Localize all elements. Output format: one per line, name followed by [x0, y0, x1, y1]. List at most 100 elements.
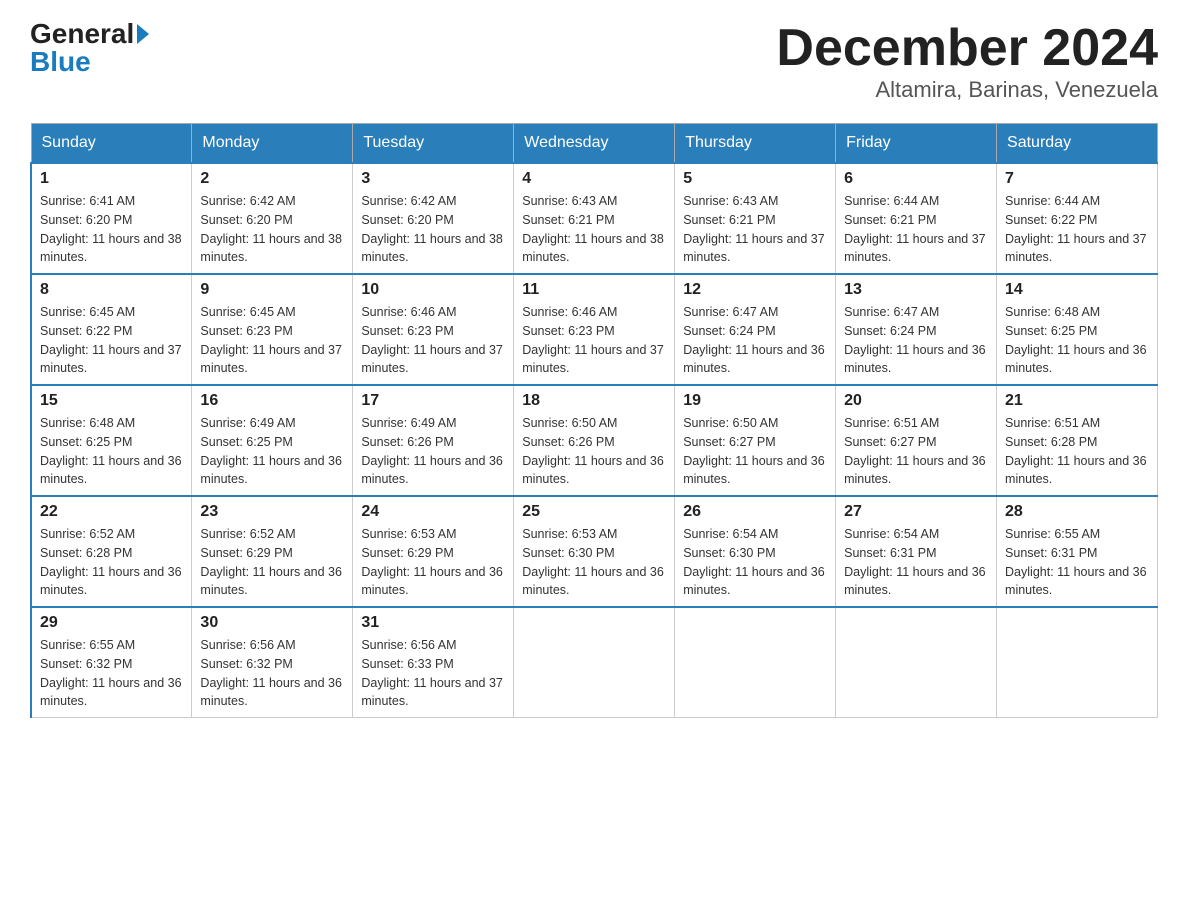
column-header-thursday: Thursday	[675, 124, 836, 164]
day-number: 4	[522, 170, 666, 188]
day-info: Sunrise: 6:41 AMSunset: 6:20 PMDaylight:…	[40, 192, 183, 267]
calendar-cell: 25 Sunrise: 6:53 AMSunset: 6:30 PMDayligh…	[514, 496, 675, 607]
calendar-cell: 10 Sunrise: 6:46 AMSunset: 6:23 PMDayligh…	[353, 274, 514, 385]
day-info: Sunrise: 6:42 AMSunset: 6:20 PMDaylight:…	[200, 192, 344, 267]
calendar-cell: 26 Sunrise: 6:54 AMSunset: 6:30 PMDayligh…	[675, 496, 836, 607]
day-info: Sunrise: 6:53 AMSunset: 6:30 PMDaylight:…	[522, 525, 666, 600]
calendar-cell: 12Sunrise: 6:47 AMSunset: 6:24 PMDayligh…	[675, 274, 836, 385]
day-info: Sunrise: 6:43 AMSunset: 6:21 PMDaylight:…	[683, 192, 827, 267]
logo-general-text: General	[30, 20, 134, 48]
day-info: Sunrise: 6:47 AMSunset: 6:24 PMDaylight:…	[844, 303, 988, 378]
calendar-cell	[514, 607, 675, 718]
day-number: 23	[200, 503, 344, 521]
calendar-cell: 17Sunrise: 6:49 AMSunset: 6:26 PMDayligh…	[353, 385, 514, 496]
day-number: 1	[40, 170, 183, 188]
day-info: Sunrise: 6:44 AMSunset: 6:21 PMDaylight:…	[844, 192, 988, 267]
day-number: 28	[1005, 503, 1149, 521]
day-number: 9	[200, 281, 344, 299]
column-header-tuesday: Tuesday	[353, 124, 514, 164]
day-number: 27	[844, 503, 988, 521]
calendar-cell: 9 Sunrise: 6:45 AMSunset: 6:23 PMDaylight…	[192, 274, 353, 385]
day-number: 30	[200, 614, 344, 632]
calendar-cell: 20 Sunrise: 6:51 AMSunset: 6:27 PMDayligh…	[836, 385, 997, 496]
column-header-saturday: Saturday	[997, 124, 1158, 164]
day-number: 22	[40, 503, 183, 521]
day-info: Sunrise: 6:51 AMSunset: 6:28 PMDaylight:…	[1005, 414, 1149, 489]
day-number: 16	[200, 392, 344, 410]
calendar-cell: 29 Sunrise: 6:55 AMSunset: 6:32 PMDayligh…	[31, 607, 192, 718]
calendar-cell: 7 Sunrise: 6:44 AMSunset: 6:22 PMDaylight…	[997, 163, 1158, 274]
day-number: 13	[844, 281, 988, 299]
day-info: Sunrise: 6:52 AMSunset: 6:28 PMDaylight:…	[40, 525, 183, 600]
calendar-week-row: 15 Sunrise: 6:48 AMSunset: 6:25 PMDayligh…	[31, 385, 1158, 496]
calendar-cell: 31Sunrise: 6:56 AMSunset: 6:33 PMDayligh…	[353, 607, 514, 718]
calendar-cell: 21 Sunrise: 6:51 AMSunset: 6:28 PMDayligh…	[997, 385, 1158, 496]
logo: General Blue	[30, 20, 149, 76]
day-info: Sunrise: 6:48 AMSunset: 6:25 PMDaylight:…	[40, 414, 183, 489]
title-block: December 2024 Altamira, Barinas, Venezue…	[776, 20, 1158, 103]
day-number: 19	[683, 392, 827, 410]
day-info: Sunrise: 6:50 AMSunset: 6:26 PMDaylight:…	[522, 414, 666, 489]
calendar-cell: 16Sunrise: 6:49 AMSunset: 6:25 PMDayligh…	[192, 385, 353, 496]
day-number: 20	[844, 392, 988, 410]
day-number: 26	[683, 503, 827, 521]
column-header-monday: Monday	[192, 124, 353, 164]
calendar-header-row: SundayMondayTuesdayWednesdayThursdayFrid…	[31, 124, 1158, 164]
calendar-cell: 5 Sunrise: 6:43 AMSunset: 6:21 PMDaylight…	[675, 163, 836, 274]
calendar-cell: 27 Sunrise: 6:54 AMSunset: 6:31 PMDayligh…	[836, 496, 997, 607]
calendar-cell: 28 Sunrise: 6:55 AMSunset: 6:31 PMDayligh…	[997, 496, 1158, 607]
day-info: Sunrise: 6:45 AMSunset: 6:22 PMDaylight:…	[40, 303, 183, 378]
day-number: 5	[683, 170, 827, 188]
day-info: Sunrise: 6:55 AMSunset: 6:32 PMDaylight:…	[40, 636, 183, 711]
day-number: 14	[1005, 281, 1149, 299]
column-header-friday: Friday	[836, 124, 997, 164]
calendar-cell	[675, 607, 836, 718]
day-info: Sunrise: 6:46 AMSunset: 6:23 PMDaylight:…	[522, 303, 666, 378]
day-number: 25	[522, 503, 666, 521]
day-info: Sunrise: 6:46 AMSunset: 6:23 PMDaylight:…	[361, 303, 505, 378]
calendar-cell: 3Sunrise: 6:42 AMSunset: 6:20 PMDaylight…	[353, 163, 514, 274]
day-number: 3	[361, 170, 505, 188]
day-number: 31	[361, 614, 505, 632]
day-info: Sunrise: 6:51 AMSunset: 6:27 PMDaylight:…	[844, 414, 988, 489]
day-number: 7	[1005, 170, 1149, 188]
calendar-cell: 6Sunrise: 6:44 AMSunset: 6:21 PMDaylight…	[836, 163, 997, 274]
day-number: 24	[361, 503, 505, 521]
calendar-week-row: 1 Sunrise: 6:41 AMSunset: 6:20 PMDaylight…	[31, 163, 1158, 274]
calendar-cell: 24 Sunrise: 6:53 AMSunset: 6:29 PMDayligh…	[353, 496, 514, 607]
calendar-week-row: 29 Sunrise: 6:55 AMSunset: 6:32 PMDayligh…	[31, 607, 1158, 718]
day-info: Sunrise: 6:44 AMSunset: 6:22 PMDaylight:…	[1005, 192, 1149, 267]
day-info: Sunrise: 6:45 AMSunset: 6:23 PMDaylight:…	[200, 303, 344, 378]
calendar-cell: 19 Sunrise: 6:50 AMSunset: 6:27 PMDayligh…	[675, 385, 836, 496]
calendar-table: SundayMondayTuesdayWednesdayThursdayFrid…	[30, 123, 1158, 718]
calendar-cell: 4 Sunrise: 6:43 AMSunset: 6:21 PMDaylight…	[514, 163, 675, 274]
calendar-subtitle: Altamira, Barinas, Venezuela	[776, 77, 1158, 103]
day-number: 8	[40, 281, 183, 299]
day-number: 21	[1005, 392, 1149, 410]
day-info: Sunrise: 6:52 AMSunset: 6:29 PMDaylight:…	[200, 525, 344, 600]
calendar-cell: 30Sunrise: 6:56 AMSunset: 6:32 PMDayligh…	[192, 607, 353, 718]
day-number: 15	[40, 392, 183, 410]
calendar-week-row: 22 Sunrise: 6:52 AMSunset: 6:28 PMDayligh…	[31, 496, 1158, 607]
day-info: Sunrise: 6:55 AMSunset: 6:31 PMDaylight:…	[1005, 525, 1149, 600]
day-number: 2	[200, 170, 344, 188]
logo-blue-text: Blue	[30, 48, 91, 76]
day-number: 11	[522, 281, 666, 299]
day-number: 29	[40, 614, 183, 632]
day-info: Sunrise: 6:47 AMSunset: 6:24 PMDaylight:…	[683, 303, 827, 378]
day-info: Sunrise: 6:43 AMSunset: 6:21 PMDaylight:…	[522, 192, 666, 267]
calendar-cell: 8 Sunrise: 6:45 AMSunset: 6:22 PMDaylight…	[31, 274, 192, 385]
calendar-cell: 18 Sunrise: 6:50 AMSunset: 6:26 PMDayligh…	[514, 385, 675, 496]
calendar-cell: 22 Sunrise: 6:52 AMSunset: 6:28 PMDayligh…	[31, 496, 192, 607]
calendar-cell: 23 Sunrise: 6:52 AMSunset: 6:29 PMDayligh…	[192, 496, 353, 607]
day-info: Sunrise: 6:50 AMSunset: 6:27 PMDaylight:…	[683, 414, 827, 489]
calendar-cell: 1 Sunrise: 6:41 AMSunset: 6:20 PMDaylight…	[31, 163, 192, 274]
calendar-cell: 11 Sunrise: 6:46 AMSunset: 6:23 PMDayligh…	[514, 274, 675, 385]
day-info: Sunrise: 6:54 AMSunset: 6:30 PMDaylight:…	[683, 525, 827, 600]
day-number: 10	[361, 281, 505, 299]
calendar-cell: 13 Sunrise: 6:47 AMSunset: 6:24 PMDayligh…	[836, 274, 997, 385]
day-info: Sunrise: 6:53 AMSunset: 6:29 PMDaylight:…	[361, 525, 505, 600]
day-info: Sunrise: 6:54 AMSunset: 6:31 PMDaylight:…	[844, 525, 988, 600]
calendar-cell	[836, 607, 997, 718]
day-number: 18	[522, 392, 666, 410]
